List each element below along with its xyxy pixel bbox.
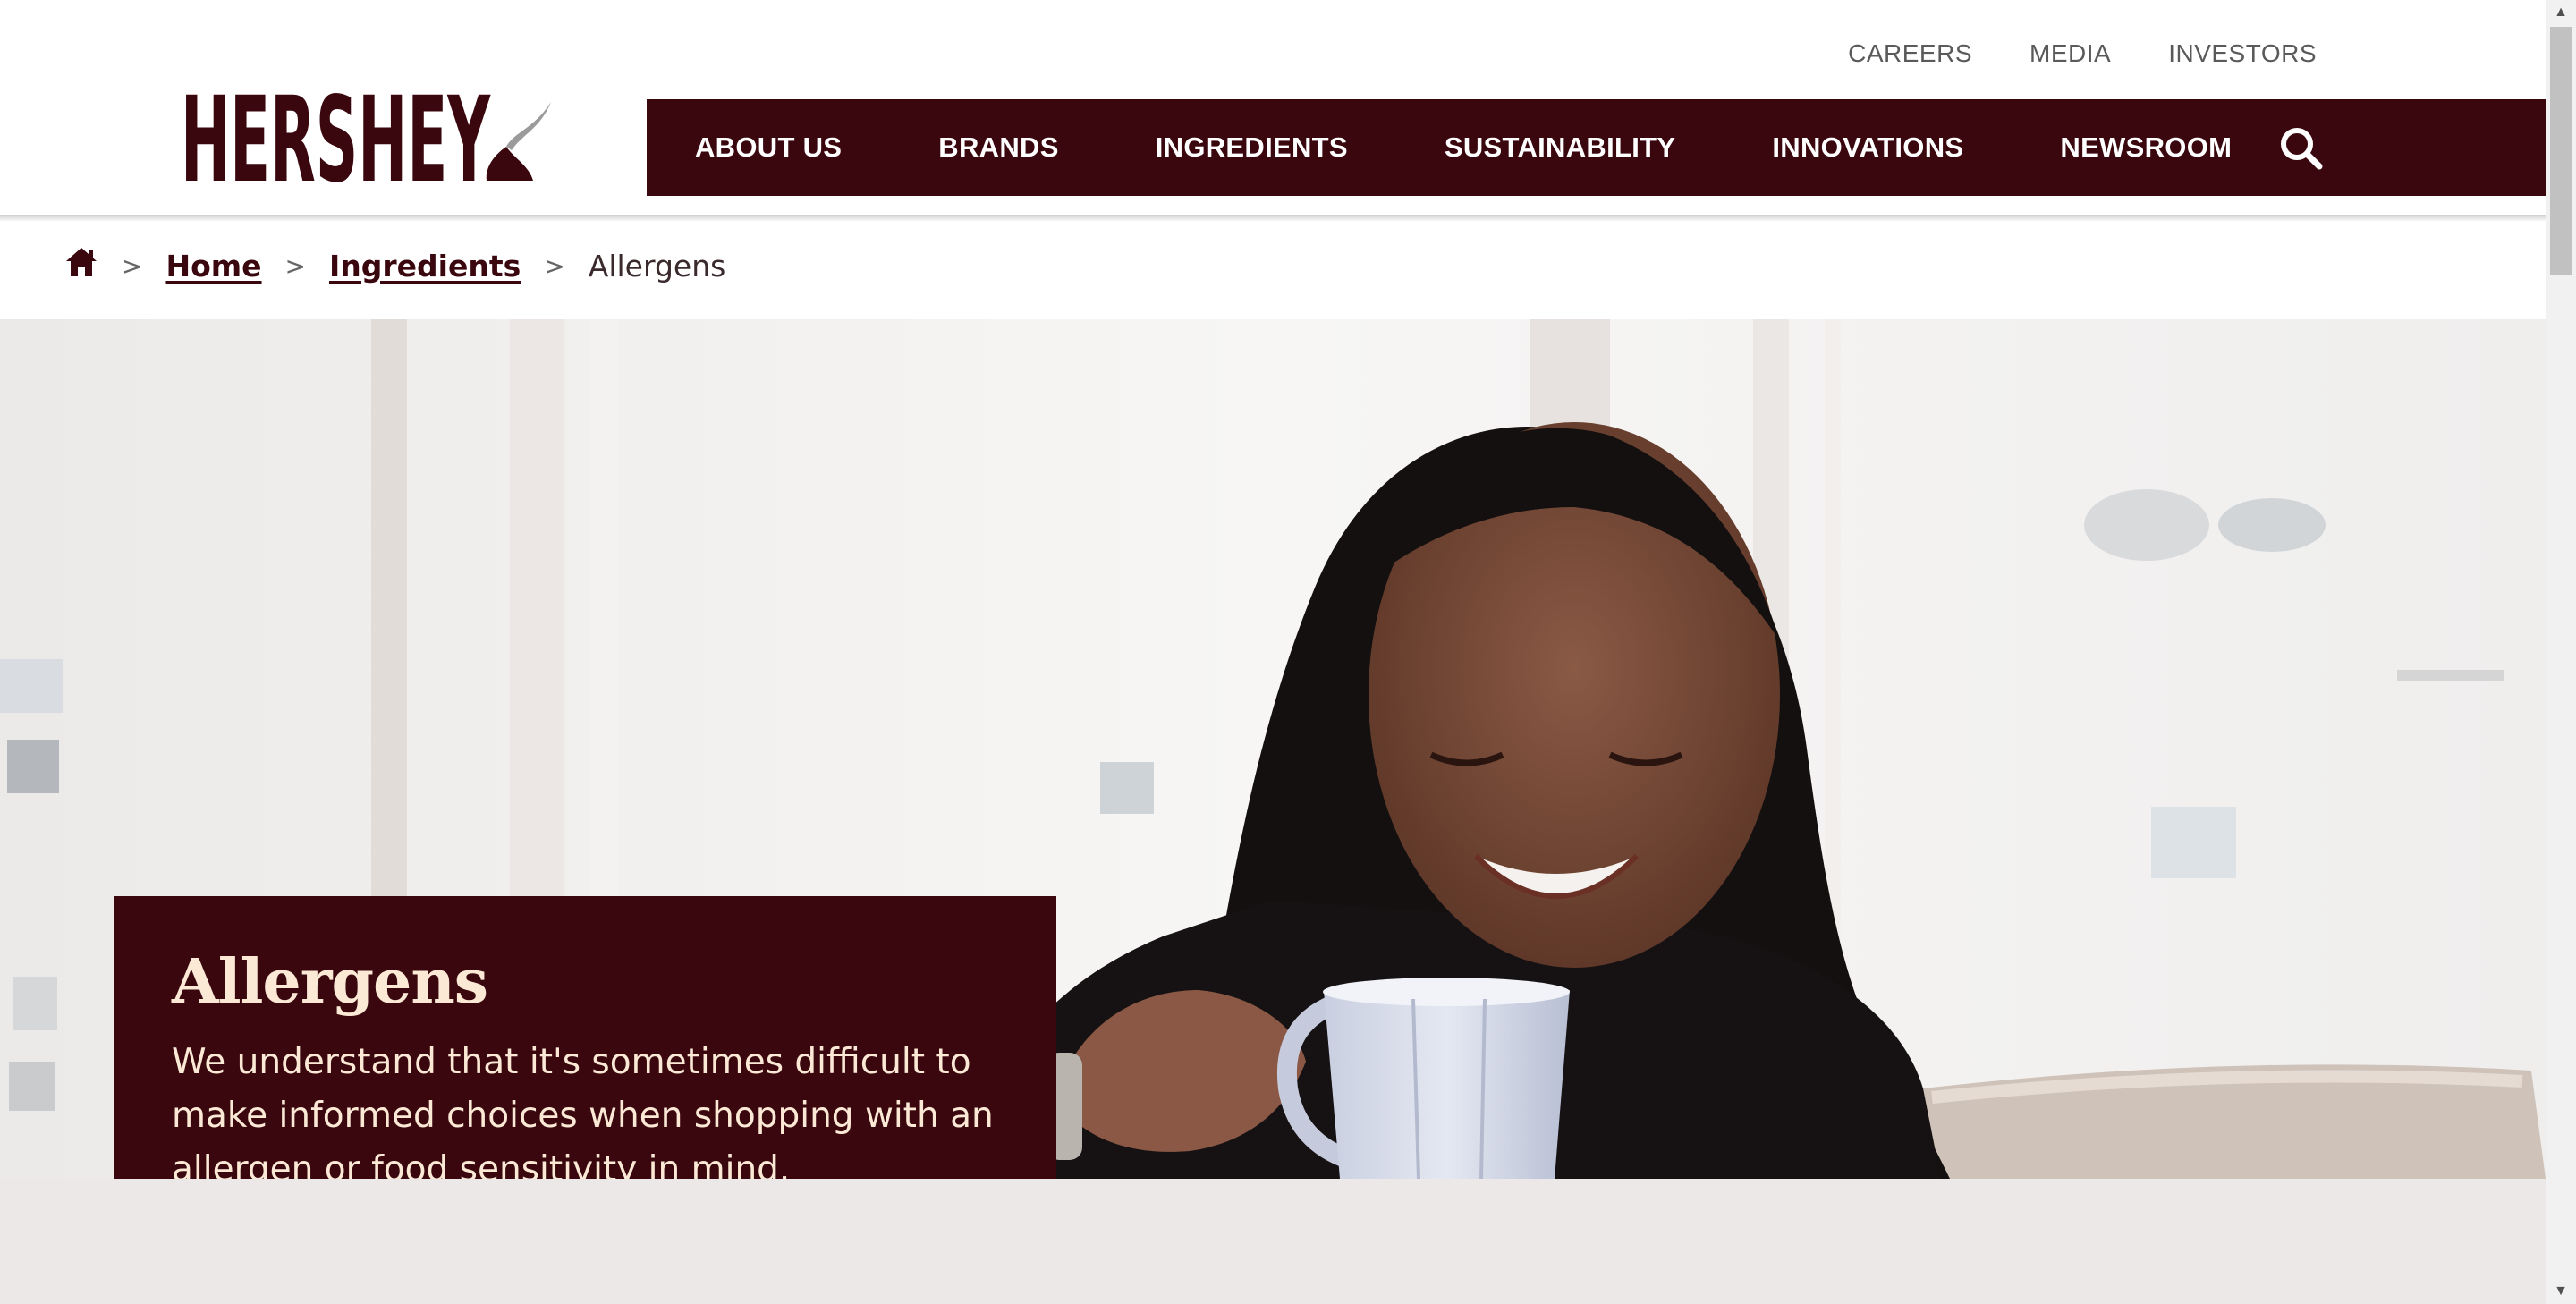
nav-item-about-us[interactable]: ABOUT US	[695, 131, 842, 164]
scrollbar[interactable]: ▲ ▼	[2546, 0, 2576, 1304]
kiss-icon	[486, 102, 551, 181]
search-icon[interactable]	[2277, 124, 2326, 173]
nav-item-newsroom[interactable]: NEWSROOM	[2060, 131, 2232, 164]
scroll-up-arrow-icon[interactable]: ▲	[2546, 0, 2576, 25]
breadcrumb-current: Allergens	[588, 248, 726, 284]
home-icon[interactable]	[64, 246, 98, 285]
hero-banner: Allergens We understand that it's someti…	[0, 319, 2546, 1179]
breadcrumb-separator: >	[544, 250, 565, 281]
hero-description: We understand that it's sometimes diffic…	[172, 1042, 994, 1179]
breadcrumb-separator: >	[122, 250, 143, 281]
nav-item-ingredients[interactable]: INGREDIENTS	[1156, 131, 1348, 164]
breadcrumb-separator: >	[284, 250, 306, 281]
utility-link-investors[interactable]: INVESTORS	[2168, 39, 2317, 68]
scrollbar-thumb[interactable]	[2550, 27, 2572, 275]
utility-link-media[interactable]: MEDIA	[2029, 39, 2111, 68]
nav-item-innovations[interactable]: INNOVATIONS	[1772, 131, 1963, 164]
site-header: CAREERS MEDIA INVESTORS HERSHEY ABOUT US…	[0, 0, 2546, 218]
breadcrumb: > Home > Ingredients > Allergens	[64, 243, 725, 288]
main-nav: ABOUT US BRANDS INGREDIENTS SUSTAINABILI…	[647, 99, 2546, 196]
header-shadow	[0, 215, 2546, 222]
hershey-logo[interactable]: HERSHEY	[181, 72, 556, 209]
page-title: Allergens	[172, 946, 488, 1018]
breadcrumb-link-ingredients[interactable]: Ingredients	[329, 249, 521, 284]
logo-wordmark: HERSHEY	[181, 77, 491, 188]
nav-item-brands[interactable]: BRANDS	[938, 131, 1058, 164]
utility-link-careers[interactable]: CAREERS	[1848, 39, 1972, 68]
scroll-down-arrow-icon[interactable]: ▼	[2546, 1279, 2576, 1304]
nav-item-sustainability[interactable]: SUSTAINABILITY	[1445, 131, 1676, 164]
hero-card: Allergens We understand that it's someti…	[114, 896, 1056, 1179]
breadcrumb-link-home[interactable]: Home	[165, 249, 261, 284]
utility-nav: CAREERS MEDIA INVESTORS	[1848, 39, 2317, 68]
content-section	[0, 1179, 2546, 1304]
